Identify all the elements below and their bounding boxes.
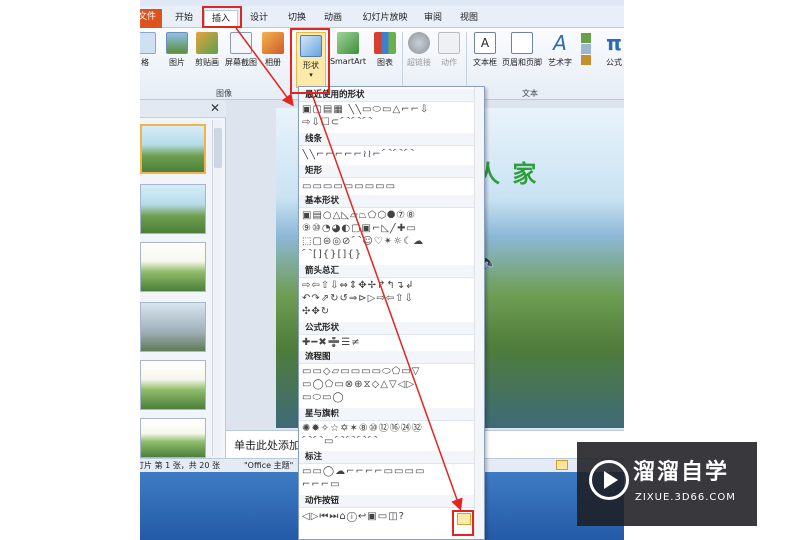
arrow-insert-to-shapes xyxy=(235,27,294,107)
logo-title: 溜溜自学 xyxy=(633,460,730,485)
watermark-logo: 溜溜自学 ZIXUE.3D66.COM xyxy=(577,442,757,526)
play-logo-icon xyxy=(589,460,629,500)
arrow-shapes-to-action xyxy=(311,93,463,511)
logo-subtitle: ZIXUE.3D66.COM xyxy=(635,492,736,503)
